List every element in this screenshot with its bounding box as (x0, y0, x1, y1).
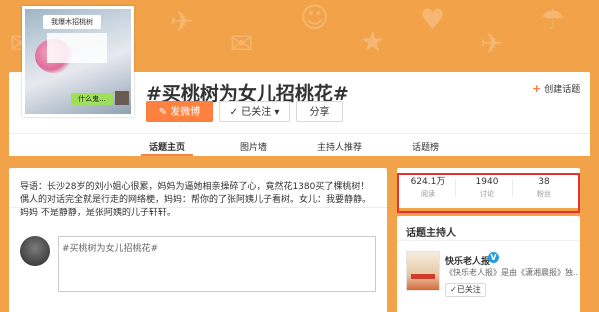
create-topic-link[interactable]: + 创建话题 (532, 82, 580, 95)
intro-divider (9, 207, 387, 208)
edit-icon: ✎ (158, 107, 171, 118)
cover-bubble-top: 我爆木招桃树 (43, 15, 101, 29)
check-icon: ✓ (450, 285, 457, 294)
cover-avatar (115, 91, 129, 105)
topic-cover-image: 我爆木招桃树 什么鬼... (22, 6, 134, 117)
host-avatar-stripe (411, 274, 435, 279)
tab-host-recommend[interactable]: 主持人推荐 (317, 140, 362, 153)
tab-topic-home[interactable]: 话题主页 (149, 140, 185, 153)
post-composer-text: #买桃树为女儿招桃花# (62, 244, 159, 254)
topic-intro: 导语：长沙28岁的刘小姐心很累，妈妈为逼她相亲操碎了心，竟然花1380买了棵桃树… (20, 182, 372, 218)
topic-tabs (9, 133, 590, 156)
follow-topic-label: 已关注 (241, 107, 272, 118)
cover-bubble-bottom: 什么鬼... (71, 93, 113, 105)
post-weibo-label: 发微博 (170, 107, 201, 118)
host-follow-label: 已关注 (456, 285, 481, 294)
share-label: 分享 (309, 107, 330, 118)
host-name[interactable]: 快乐老人报 (445, 254, 490, 267)
create-topic-label: 创建话题 (544, 85, 581, 95)
host-follow-button[interactable]: ✓已关注 (445, 283, 486, 297)
plus-icon: + (532, 82, 542, 95)
follow-topic-button[interactable]: ✓ 已关注 ▾ (219, 101, 290, 122)
share-button[interactable]: 分享 (296, 101, 343, 122)
tab-topic-ranking[interactable]: 话题榜 (412, 140, 439, 153)
post-weibo-button[interactable]: ✎ 发微博 (146, 101, 213, 122)
host-divider (397, 240, 580, 241)
verified-icon: V (488, 252, 499, 263)
check-icon: ✓ (229, 107, 242, 118)
user-avatar[interactable] (20, 236, 50, 266)
chevron-down-icon: ▾ (271, 107, 280, 118)
active-tab-underline (141, 154, 193, 156)
tab-picture-wall[interactable]: 图片墙 (240, 140, 267, 153)
highlight-frame (397, 173, 580, 213)
host-description: 《快乐老人报》是由《潇湘晨报》独... (445, 268, 578, 277)
host-avatar[interactable] (406, 251, 440, 291)
host-section-title: 话题主持人 (406, 228, 456, 239)
cover-chat-card (47, 33, 107, 63)
